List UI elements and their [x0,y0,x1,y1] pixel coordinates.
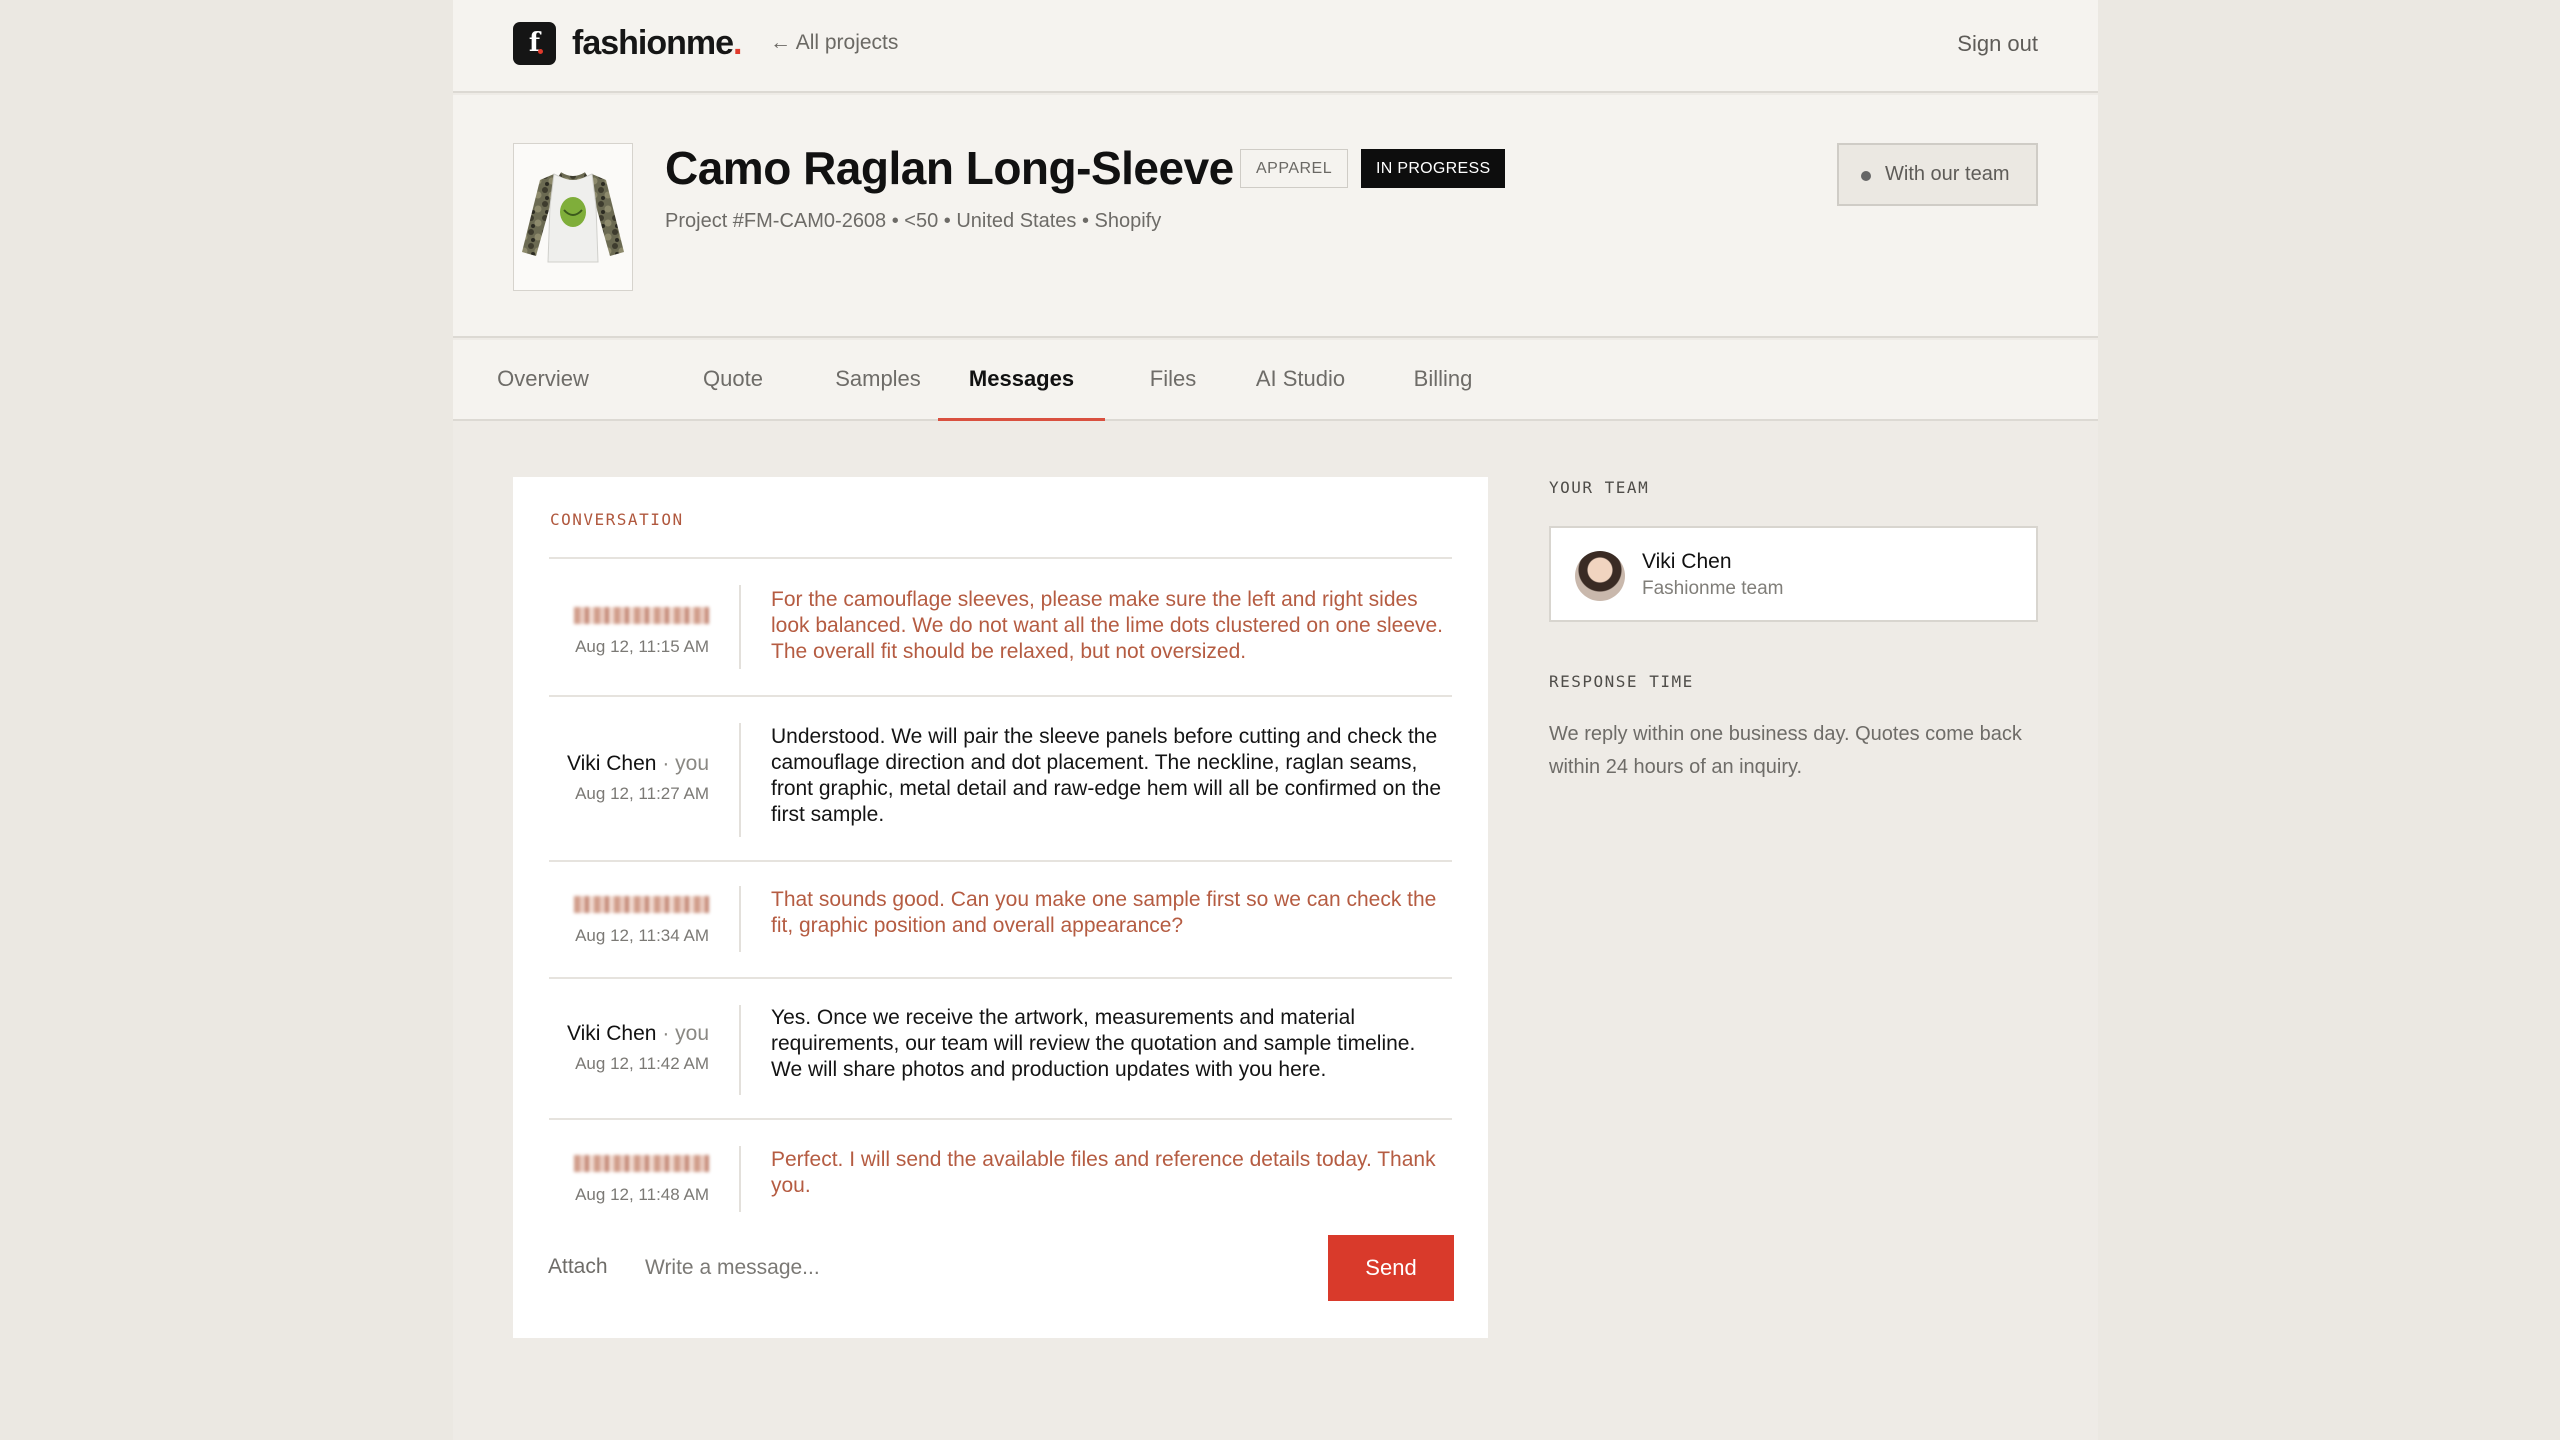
message-item: Aug 12, 11:34 AM That sounds good. Can y… [549,862,1452,979]
tab-files[interactable]: Files [1123,340,1223,421]
your-team-label: YOUR TEAM [1549,478,1650,497]
message-text: That sounds good. Can you make one sampl… [771,888,1437,937]
message-text: Yes. Once we receive the artwork, measur… [771,1006,1416,1081]
conversation-card: CONVERSATION Aug 12, 11:15 AM For the ca… [513,477,1488,1338]
member-name: Viki Chen [1642,550,1732,573]
message-text: For the camouflage sleeves, please make … [771,588,1444,663]
message-sender: Viki Chen · you Aug 12, 11:27 AM [549,752,709,804]
team-button-label: With our team [1885,163,2010,185]
tab-samples[interactable]: Samples [813,340,943,421]
raglan-shirt-image [522,172,624,263]
you-indicator: · you [662,1022,709,1045]
tab-billing[interactable]: Billing [1388,340,1498,421]
message-time: Aug 12, 11:48 AM [575,1185,709,1204]
status-dot-icon [1861,171,1871,181]
tab-messages[interactable]: Messages [938,340,1105,421]
sign-out-link[interactable]: Sign out [1957,31,2038,57]
message-divider [739,1005,741,1095]
all-projects-label: All projects [795,31,899,54]
message-divider [739,585,741,669]
message-text: Understood. We will pair the sleeve pane… [771,725,1442,826]
attach-button[interactable]: Attach [548,1255,608,1279]
status-badge: IN PROGRESS [1361,149,1506,188]
message-composer: Attach Send [548,1235,1454,1301]
avatar [1575,551,1625,601]
top-nav: f fashionme. ← All projects Sign out [453,0,2098,93]
project-meta: Project #FM-CAM0-2608 • <50 • United Sta… [665,210,1162,232]
message-item: Viki Chen · you Aug 12, 11:42 AM Yes. On… [549,979,1452,1120]
logo-wordmark[interactable]: fashionme. [572,24,743,63]
sender-name: Viki Chen [566,1022,657,1045]
message-sender: Viki Chen · you Aug 12, 11:42 AM [549,1022,709,1074]
category-badge: APPAREL [1240,149,1349,188]
message-item: Aug 12, 11:48 AM Perfect. I will send th… [549,1120,1452,1215]
tab-ai-studio[interactable]: AI Studio [1233,340,1368,421]
message-time: Aug 12, 11:34 AM [575,926,709,945]
with-our-team-button[interactable]: With our team [1837,143,2038,206]
project-header: Camo Raglan Long-Sleeve APPAREL IN PROGR… [453,95,2098,338]
sender-name: Viki Chen [566,752,657,775]
message-text: Perfect. I will send the available files… [771,1148,1436,1197]
message-input[interactable] [645,1247,1295,1289]
arrow-left-icon: ← [770,31,791,54]
redacted-sender-name [574,1155,709,1172]
message-item: Aug 12, 11:15 AM For the camouflage slee… [549,559,1452,697]
message-time: Aug 12, 11:15 AM [575,637,709,656]
send-button[interactable]: Send [1328,1235,1454,1301]
message-divider [739,1146,741,1212]
message-sender: Aug 12, 11:15 AM [549,607,709,657]
logo-name: fashionme [572,24,734,62]
logo-mark[interactable]: f [513,22,556,65]
team-member-card[interactable]: Viki Chen Fashionme team [1549,526,2038,622]
message-sender: Aug 12, 11:34 AM [549,896,709,946]
product-thumbnail [513,143,633,291]
all-projects-link[interactable]: ← All projects [770,31,898,55]
response-time-text: We reply within one business day. Quotes… [1549,723,2022,778]
message-item: Viki Chen · you Aug 12, 11:27 AM Underst… [549,697,1452,862]
you-indicator: · you [662,752,709,775]
tab-overview[interactable]: Overview [483,340,603,421]
redacted-sender-name [574,607,709,624]
message-sender: Aug 12, 11:48 AM [549,1155,709,1205]
message-divider [739,723,741,837]
response-time-label: RESPONSE TIME [1549,672,1694,691]
redacted-sender-name [574,896,709,913]
conversation-label: CONVERSATION [550,510,684,529]
project-tabs: Overview Quote Samples Messages Files AI… [453,340,2098,421]
logo-dot [538,49,543,54]
logo-period: . [733,24,743,62]
tab-quote[interactable]: Quote [693,340,773,421]
app-frame: f fashionme. ← All projects Sign out Cam… [453,0,2098,1440]
message-divider [739,886,741,952]
message-time: Aug 12, 11:42 AM [575,1054,709,1073]
member-role: Fashionme team [1642,578,1784,599]
message-time: Aug 12, 11:27 AM [575,784,709,803]
project-title: Camo Raglan Long-Sleeve [665,142,1234,194]
